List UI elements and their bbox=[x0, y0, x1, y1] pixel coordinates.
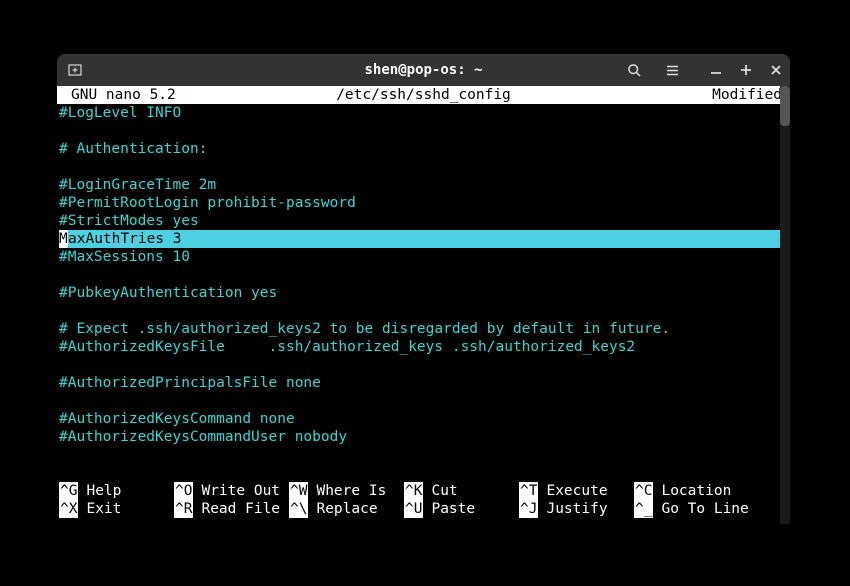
shortcut-key: ^T bbox=[519, 482, 538, 500]
shortcut-label: Justify bbox=[546, 500, 607, 518]
shortcut-key: ^X bbox=[59, 500, 78, 518]
shortcut-cell: ^U Paste bbox=[404, 500, 519, 518]
shortcut-key: ^R bbox=[174, 500, 193, 518]
shortcut-label: Read File bbox=[201, 500, 280, 518]
shortcut-key: ^C bbox=[634, 482, 653, 500]
shortcut-cell: ^O Write Out bbox=[174, 482, 289, 500]
shortcut-cell: ^W Where Is bbox=[289, 482, 404, 500]
shortcut-label: Help bbox=[86, 482, 121, 500]
editor-body[interactable]: #LogLevel INFO # Authentication: #LoginGra… bbox=[57, 104, 790, 482]
editor-line bbox=[59, 392, 788, 410]
editor-line: #PubkeyAuthentication yes bbox=[59, 284, 788, 302]
shortcut-label: Go To Line bbox=[661, 500, 748, 518]
shortcut-cell: ^T Execute bbox=[519, 482, 634, 500]
terminal-window: shen@pop-os: ~ GNU nano 5.2 bbox=[57, 54, 790, 524]
shortcut-cell: ^\ Replace bbox=[289, 500, 404, 518]
editor-line: #PermitRootLogin prohibit-password bbox=[59, 194, 788, 212]
editor-line-highlighted: MaxAuthTries 3 bbox=[59, 230, 788, 248]
shortcut-label: Execute bbox=[546, 482, 607, 500]
editor-line: #LoginGraceTime 2m bbox=[59, 176, 788, 194]
nano-modified-status: Modified bbox=[712, 86, 788, 104]
editor-line: #AuthorizedKeysCommand none bbox=[59, 410, 788, 428]
shortcut-row: ^G Help ^O Write Out ^W Where Is ^K Cut ^T Execut… bbox=[59, 482, 788, 500]
shortcut-key: ^\ bbox=[289, 500, 308, 518]
editor-line: #AuthorizedPrincipalsFile none bbox=[59, 374, 788, 392]
scrollbar[interactable] bbox=[780, 86, 790, 524]
editor-line bbox=[59, 302, 788, 320]
scrollbar-thumb[interactable] bbox=[780, 86, 790, 126]
shortcut-bar: ^G Help ^O Write Out ^W Where Is ^K Cut ^T Execut… bbox=[57, 482, 790, 524]
editor-line: #LogLevel INFO bbox=[59, 104, 788, 122]
editor-line: #MaxSessions 10 bbox=[59, 248, 788, 266]
shortcut-cell: ^R Read File bbox=[174, 500, 289, 518]
editor-line bbox=[59, 266, 788, 284]
shortcut-label: Where Is bbox=[316, 482, 386, 500]
shortcut-key: ^_ bbox=[634, 500, 653, 518]
shortcut-label: Write Out bbox=[201, 482, 280, 500]
editor-line: #AuthorizedKeysCommandUser nobody bbox=[59, 428, 788, 446]
editor-line bbox=[59, 158, 788, 176]
shortcut-key: ^J bbox=[519, 500, 538, 518]
editor-line-text: axAuthTries 3 bbox=[68, 230, 788, 248]
editor-line bbox=[59, 122, 788, 140]
shortcut-label: Replace bbox=[316, 500, 377, 518]
shortcut-key: ^K bbox=[404, 482, 423, 500]
shortcut-cell: ^J Justify bbox=[519, 500, 634, 518]
editor-line: #StrictModes yes bbox=[59, 212, 788, 230]
shortcut-label: Cut bbox=[431, 482, 457, 500]
editor-line: # Authentication: bbox=[59, 140, 788, 158]
nano-version: GNU nano 5.2 bbox=[59, 86, 176, 104]
nano-file-path: /etc/ssh/sshd_config bbox=[336, 86, 511, 104]
shortcut-key: ^W bbox=[289, 482, 308, 500]
editor-line bbox=[59, 464, 788, 482]
shortcut-row: ^X Exit ^R Read File ^\ Replace ^U Paste ^J Justi… bbox=[59, 500, 788, 518]
window-title: shen@pop-os: ~ bbox=[364, 62, 482, 78]
shortcut-cell: ^C Location bbox=[634, 482, 749, 500]
shortcut-label: Exit bbox=[86, 500, 121, 518]
minimize-button[interactable] bbox=[710, 64, 722, 76]
cursor: M bbox=[59, 230, 68, 248]
editor-line bbox=[59, 356, 788, 374]
editor-line: # Expect .ssh/authorized_keys2 to be dis… bbox=[59, 320, 788, 338]
title-bar-controls bbox=[624, 60, 782, 80]
nano-header-bar: GNU nano 5.2 /etc/ssh/sshd_config Modifi… bbox=[57, 86, 790, 104]
shortcut-cell: ^K Cut bbox=[404, 482, 519, 500]
new-tab-icon[interactable] bbox=[65, 60, 85, 80]
search-icon[interactable] bbox=[624, 60, 644, 80]
close-button[interactable] bbox=[770, 64, 782, 76]
shortcut-key: ^O bbox=[174, 482, 193, 500]
editor-line: #AuthorizedKeysFile .ssh/authorized_keys… bbox=[59, 338, 788, 356]
shortcut-cell: ^G Help bbox=[59, 482, 174, 500]
maximize-button[interactable] bbox=[740, 64, 752, 76]
shortcut-key: ^G bbox=[59, 482, 78, 500]
shortcut-key: ^U bbox=[404, 500, 423, 518]
title-bar: shen@pop-os: ~ bbox=[57, 54, 790, 86]
hamburger-menu-icon[interactable] bbox=[662, 60, 682, 80]
shortcut-cell: ^_ Go To Line bbox=[634, 500, 749, 518]
editor-line bbox=[59, 446, 788, 464]
shortcut-label: Location bbox=[661, 482, 731, 500]
shortcut-label: Paste bbox=[431, 500, 475, 518]
shortcut-cell: ^X Exit bbox=[59, 500, 174, 518]
